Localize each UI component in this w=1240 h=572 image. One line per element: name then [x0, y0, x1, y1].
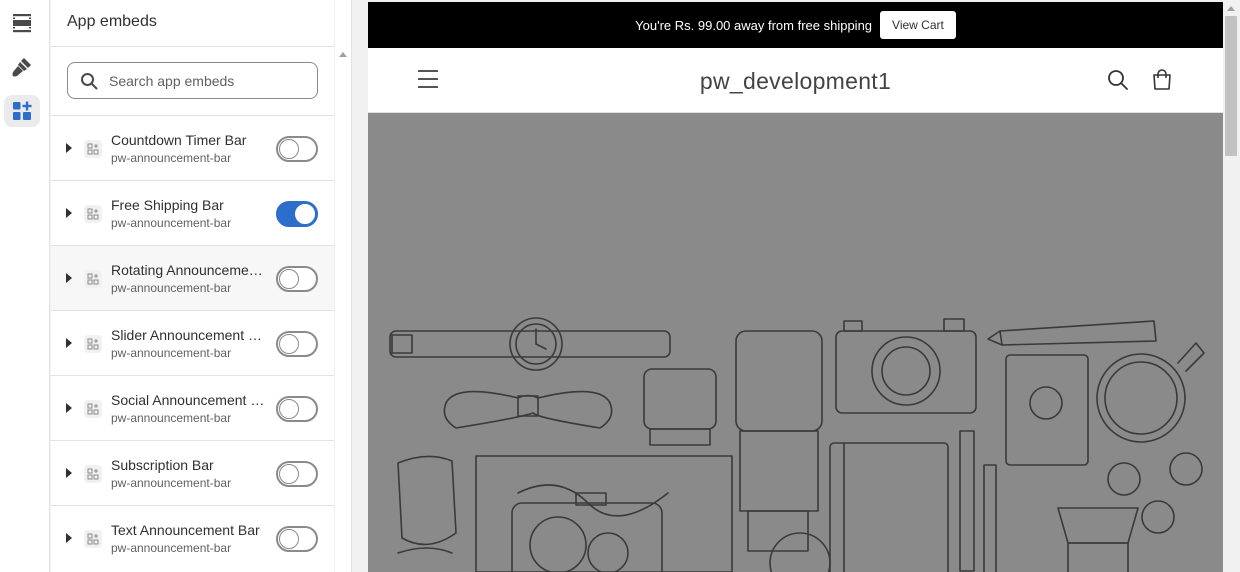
embed-toggle[interactable]: [276, 266, 318, 292]
cart-icon[interactable]: [1150, 68, 1174, 92]
store-header: pw_development1: [368, 48, 1223, 113]
embed-toggle[interactable]: [276, 396, 318, 422]
app-block-icon: [84, 270, 102, 288]
app-embed-subtitle: pw-announcement-bar: [111, 281, 232, 295]
scroll-thumb[interactable]: [1225, 16, 1237, 156]
app-block-icon: [84, 205, 102, 223]
expand-caret-icon[interactable]: [66, 143, 72, 153]
toggle-knob: [279, 529, 299, 549]
expand-caret-icon[interactable]: [66, 273, 72, 283]
embed-toggle[interactable]: [276, 526, 318, 552]
app-embed-item[interactable]: Rotating Announcement Bar pw-announcemen…: [51, 245, 334, 310]
left-rail: [0, 0, 50, 572]
expand-caret-icon[interactable]: [66, 403, 72, 413]
toggle-knob: [279, 269, 299, 289]
toggle-knob: [295, 204, 315, 224]
expand-caret-icon[interactable]: [66, 468, 72, 478]
panel-edge: [351, 0, 352, 572]
expand-caret-icon[interactable]: [66, 533, 72, 543]
embed-toggle[interactable]: [276, 331, 318, 357]
announcement-bar: You're Rs. 99.00 away from free shipping…: [368, 2, 1223, 48]
app-embed-subtitle: pw-announcement-bar: [111, 151, 232, 165]
app-embeds-icon: [13, 101, 32, 120]
app-embed-title: Subscription Bar: [111, 457, 214, 473]
panel-scrollbar[interactable]: [334, 0, 351, 572]
store-preview: You're Rs. 99.00 away from free shipping…: [368, 2, 1223, 572]
app-embed-item[interactable]: Social Announcement Bar pw-announcement-…: [51, 375, 334, 440]
app-embed-title: Text Announcement Bar: [111, 522, 260, 538]
toggle-knob: [279, 464, 299, 484]
search-icon[interactable]: [1106, 68, 1130, 92]
panel-title: App embeds: [67, 13, 157, 30]
app-embed-item[interactable]: Text Announcement Bar pw-announcement-ba…: [51, 505, 334, 570]
toggle-knob: [279, 334, 299, 354]
preview-scrollbar[interactable]: [1223, 0, 1240, 572]
app-embed-item[interactable]: Countdown Timer Bar pw-announcement-bar: [51, 115, 334, 180]
store-brand[interactable]: pw_development1: [368, 68, 1223, 95]
app-block-icon: [84, 335, 102, 353]
embed-toggle[interactable]: [276, 201, 318, 227]
embed-toggle[interactable]: [276, 136, 318, 162]
app-block-icon: [84, 465, 102, 483]
app-embed-item[interactable]: Free Shipping Bar pw-announcement-bar: [51, 180, 334, 245]
expand-caret-icon[interactable]: [66, 208, 72, 218]
app-embeds-panel: App embeds Countdown Timer Bar pw-announ…: [51, 0, 334, 572]
app-embed-title: Rotating Announcement Bar: [111, 262, 266, 278]
rail-sections-button[interactable]: [4, 7, 40, 39]
app-block-icon: [84, 530, 102, 548]
sections-icon: [13, 14, 31, 33]
app-embed-item[interactable]: Slider Announcement Bar pw-announcement-…: [51, 310, 334, 375]
app-embed-subtitle: pw-announcement-bar: [111, 346, 232, 360]
rail-theme-settings-button[interactable]: [4, 51, 40, 83]
app-embed-subtitle: pw-announcement-bar: [111, 476, 232, 490]
app-block-icon: [84, 140, 102, 158]
app-embed-subtitle: pw-announcement-bar: [111, 216, 232, 230]
search-input[interactable]: [109, 72, 309, 89]
panel-divider: [51, 46, 334, 47]
app-embed-title: Social Announcement Bar: [111, 392, 266, 408]
toggle-knob: [279, 139, 299, 159]
theme-editor: App embeds Countdown Timer Bar pw-announ…: [0, 0, 1240, 572]
app-embed-title: Slider Announcement Bar: [111, 327, 266, 343]
app-block-icon: [84, 400, 102, 418]
app-embed-subtitle: pw-announcement-bar: [111, 541, 232, 555]
app-embed-list: Countdown Timer Bar pw-announcement-bar …: [51, 115, 334, 570]
rail-app-embeds-button[interactable]: [4, 95, 40, 127]
brush-icon: [12, 58, 31, 77]
travel-gear-illustration: [389, 317, 1205, 572]
scroll-up-arrow-icon[interactable]: [339, 52, 347, 57]
expand-caret-icon[interactable]: [66, 338, 72, 348]
app-embed-item[interactable]: Subscription Bar pw-announcement-bar: [51, 440, 334, 505]
embed-toggle[interactable]: [276, 461, 318, 487]
app-embed-subtitle: pw-announcement-bar: [111, 411, 232, 425]
search-icon: [81, 72, 98, 89]
scroll-up-arrow-icon[interactable]: [1227, 6, 1235, 11]
app-embed-title: Countdown Timer Bar: [111, 132, 247, 148]
app-embed-title: Free Shipping Bar: [111, 197, 224, 213]
hero-image: [368, 113, 1223, 572]
toggle-knob: [279, 399, 299, 419]
announcement-text: You're Rs. 99.00 away from free shipping: [635, 17, 873, 33]
search-box[interactable]: [67, 62, 318, 99]
view-cart-button[interactable]: View Cart: [880, 11, 956, 39]
